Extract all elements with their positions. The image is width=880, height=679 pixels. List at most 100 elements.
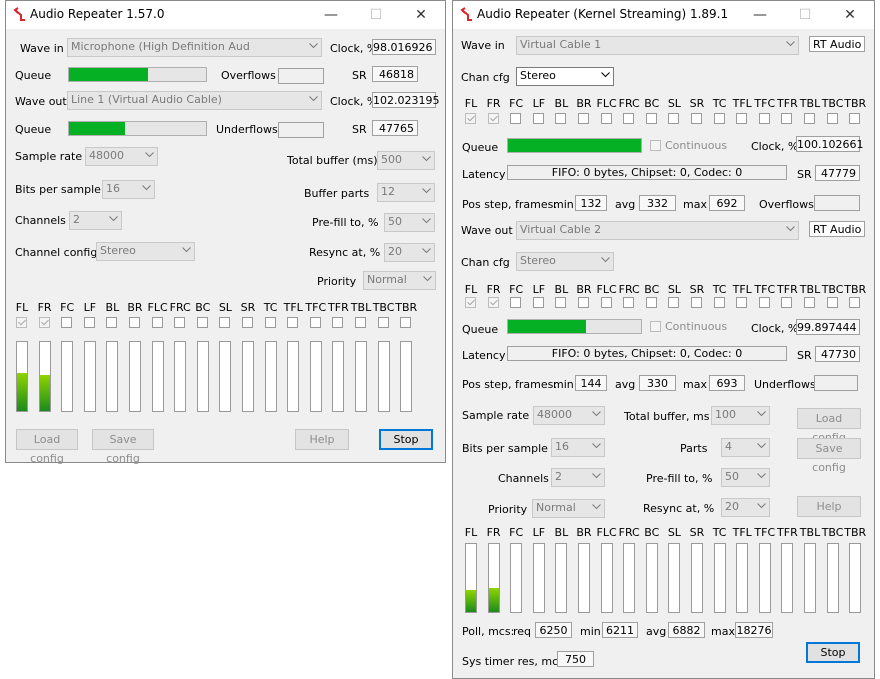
channel-checkbox-tfl[interactable] <box>287 317 299 328</box>
maximize-icon[interactable]: ☐ <box>353 1 399 29</box>
channels-combo[interactable]: 2 <box>69 211 122 230</box>
channel-checkbox-flc[interactable] <box>600 297 612 308</box>
minimize-icon[interactable]: — <box>308 1 354 29</box>
channel-checkbox-fc[interactable] <box>61 317 73 328</box>
channel-checkbox-flc[interactable] <box>600 113 612 124</box>
close-icon[interactable]: ✕ <box>827 1 873 29</box>
wave-out-combo[interactable]: Line 1 (Virtual Audio Cable) <box>67 91 322 110</box>
channel-checkbox-fl[interactable] <box>465 113 476 124</box>
channel-checkbox-sr[interactable] <box>691 113 702 124</box>
channel-checkbox-tfl[interactable] <box>736 113 748 124</box>
channel-checkbox-bl[interactable] <box>106 317 118 328</box>
channel-checkbox-sl[interactable] <box>219 317 231 328</box>
channel-checkbox-bc[interactable] <box>645 113 657 124</box>
channel-checkbox-br[interactable] <box>578 113 589 124</box>
channel-checkbox-fc[interactable] <box>510 297 522 308</box>
channel-checkbox-tfc[interactable] <box>309 317 321 328</box>
load-config-button[interactable]: Load config <box>16 429 78 465</box>
chan-cfg-out-combo[interactable]: Stereo <box>516 252 614 271</box>
channel-checkbox-tc[interactable] <box>264 317 276 328</box>
stop-button[interactable]: Stop <box>806 642 860 663</box>
channel-checkbox-sr[interactable] <box>242 317 253 328</box>
channel-checkbox-tbc[interactable] <box>377 317 389 328</box>
channel-checkbox-fl[interactable] <box>465 297 476 308</box>
channel-checkbox-tbl[interactable] <box>804 297 815 308</box>
channel-checkbox-fc[interactable] <box>510 113 522 124</box>
help-button[interactable]: Help <box>295 429 349 450</box>
channel-checkbox-bc[interactable] <box>645 297 657 308</box>
continuous-out-checkbox[interactable] <box>650 321 661 332</box>
channel-checkbox-tfc[interactable] <box>758 297 770 308</box>
channel-checkbox-tbl[interactable] <box>355 317 366 328</box>
left-titlebar[interactable]: Audio Repeater 1.57.0 — ☐ ✕ <box>6 1 445 29</box>
channel-checkbox-fl[interactable] <box>16 317 27 328</box>
channel-checkbox-fr[interactable] <box>487 113 499 124</box>
channel-checkbox-frc[interactable] <box>623 113 635 124</box>
channel-checkbox-fr[interactable] <box>487 297 499 308</box>
channel-checkbox-lf[interactable] <box>532 297 544 308</box>
wave-in-combo[interactable]: Microphone (High Definition Aud <box>67 38 322 57</box>
minimize-icon[interactable]: — <box>737 1 783 29</box>
channel-checkbox-sl[interactable] <box>668 297 680 308</box>
priority-combo[interactable]: Normal <box>363 271 436 290</box>
channel-checkbox-frc[interactable] <box>174 317 186 328</box>
save-config-button[interactable]: Save config <box>797 438 861 474</box>
buffer-parts-combo[interactable]: 12 <box>377 183 435 202</box>
sr-out-label: SR <box>797 349 812 362</box>
meter-label-tbr: TBR <box>844 526 867 539</box>
channel-label-sr: SR <box>240 301 256 314</box>
close-icon[interactable]: ✕ <box>398 1 444 29</box>
channel-checkbox-bl[interactable] <box>555 113 567 124</box>
sample-rate-combo[interactable]: 48000 <box>85 147 158 166</box>
channel-checkbox-frc[interactable] <box>623 297 635 308</box>
chcfg-combo[interactable]: Stereo <box>96 242 195 261</box>
resync-combo[interactable]: 20 <box>384 243 435 262</box>
right-titlebar[interactable]: Audio Repeater (Kernel Streaming) 1.89.1… <box>453 1 874 29</box>
channel-checkbox-sr[interactable] <box>691 297 702 308</box>
meter-label-tbc: TBC <box>821 526 844 539</box>
pos-step-in-label: Pos step, frames: <box>462 198 558 211</box>
channel-checkbox-fr[interactable] <box>38 317 50 328</box>
channel-checkbox-lf[interactable] <box>532 113 544 124</box>
resync-combo[interactable]: 20 <box>721 498 770 517</box>
total-buffer-combo[interactable]: 100 <box>711 406 770 425</box>
channel-checkbox-tfc[interactable] <box>758 113 770 124</box>
sample-rate-combo[interactable]: 48000 <box>533 406 605 425</box>
chan-cfg-in-combo[interactable]: Stereo <box>516 67 614 86</box>
total-buffer-combo[interactable]: 500 <box>377 151 435 170</box>
load-config-button[interactable]: Load config <box>797 408 861 444</box>
channel-checkbox-bl[interactable] <box>555 297 567 308</box>
save-config-button[interactable]: Save config <box>92 429 154 465</box>
channel-checkbox-tbl[interactable] <box>804 113 815 124</box>
parts-combo[interactable]: 4 <box>721 438 770 457</box>
channel-checkbox-bc[interactable] <box>196 317 208 328</box>
channels-combo[interactable]: 2 <box>551 468 605 487</box>
channel-checkbox-br[interactable] <box>578 297 589 308</box>
channel-checkbox-sl[interactable] <box>668 113 680 124</box>
channel-checkbox-tc[interactable] <box>713 113 725 124</box>
channel-checkbox-lf[interactable] <box>83 317 95 328</box>
maximize-icon[interactable]: ☐ <box>782 1 828 29</box>
wave-in-combo[interactable]: Virtual Cable 1 <box>516 36 799 55</box>
bits-combo[interactable]: 16 <box>102 180 155 199</box>
stop-button[interactable]: Stop <box>379 429 433 450</box>
channel-checkbox-tfr[interactable] <box>781 297 793 308</box>
priority-combo[interactable]: Normal <box>532 499 605 518</box>
channel-checkbox-tfl[interactable] <box>736 297 748 308</box>
channel-checkbox-tbr[interactable] <box>400 317 412 328</box>
channel-checkbox-tbc[interactable] <box>826 113 838 124</box>
channel-checkbox-tfr[interactable] <box>781 113 793 124</box>
help-button[interactable]: Help <box>797 496 861 517</box>
prefill-combo[interactable]: 50 <box>721 468 770 487</box>
channel-checkbox-tbc[interactable] <box>826 297 838 308</box>
channel-checkbox-flc[interactable] <box>151 317 163 328</box>
continuous-in-checkbox[interactable] <box>650 140 661 151</box>
prefill-combo[interactable]: 50 <box>384 213 435 232</box>
wave-out-combo[interactable]: Virtual Cable 2 <box>516 221 799 240</box>
channel-checkbox-tfr[interactable] <box>332 317 344 328</box>
channel-checkbox-tbr[interactable] <box>849 113 861 124</box>
channel-checkbox-tc[interactable] <box>713 297 725 308</box>
channel-checkbox-tbr[interactable] <box>849 297 861 308</box>
channel-checkbox-br[interactable] <box>129 317 140 328</box>
bits-combo[interactable]: 16 <box>551 438 605 457</box>
